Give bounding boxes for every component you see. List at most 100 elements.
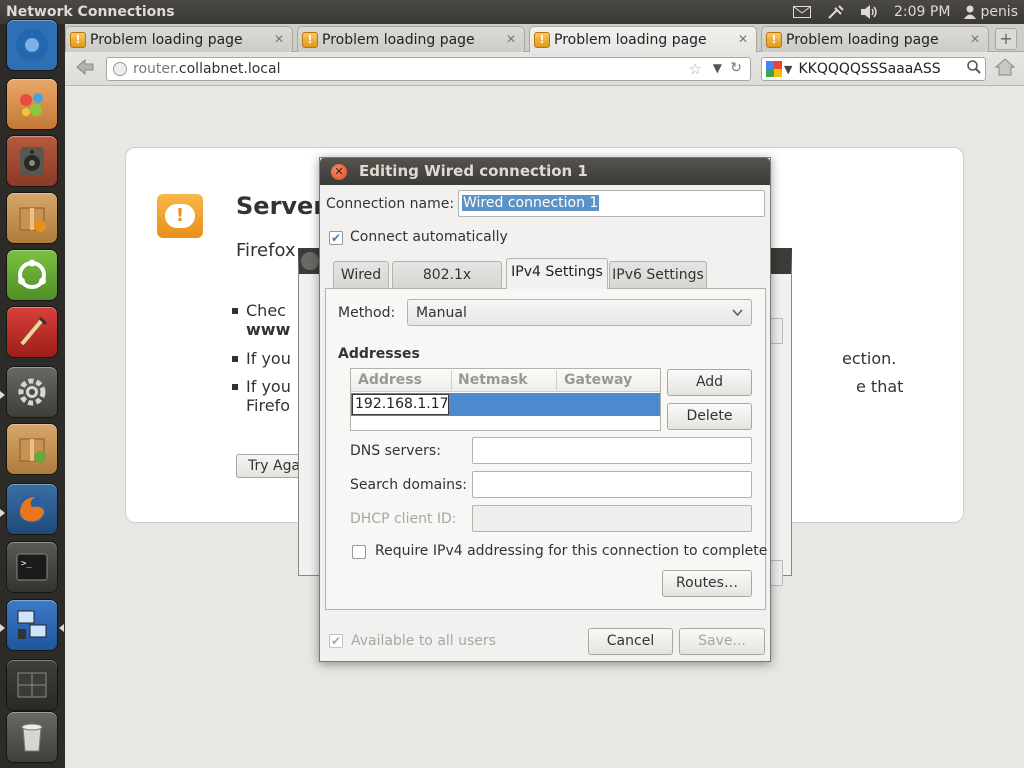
- chevron-down-icon[interactable]: ▼: [784, 63, 792, 76]
- cancel-button[interactable]: Cancel: [588, 628, 673, 655]
- tab-wired[interactable]: Wired: [333, 261, 389, 288]
- close-icon[interactable]: [301, 252, 319, 270]
- running-indicator: [0, 624, 5, 632]
- add-button[interactable]: Add: [667, 369, 752, 396]
- url-subdomain: router.: [133, 61, 179, 77]
- clock[interactable]: 2:09 PM: [894, 4, 950, 20]
- addresses-heading: Addresses: [338, 346, 420, 362]
- column-gateway[interactable]: Gateway: [564, 372, 632, 388]
- url-text: router.collabnet.local: [133, 61, 280, 77]
- tab-label: Problem loading page: [554, 31, 707, 48]
- tab-label: Problem loading page: [786, 31, 939, 48]
- require-ipv4-label[interactable]: Require IPv4 addressing for this connect…: [375, 543, 767, 559]
- table-header: Address Netmask Gateway: [351, 369, 660, 392]
- save-button: Save...: [679, 628, 765, 655]
- dhcp-client-id-label: DHCP client ID:: [350, 511, 457, 527]
- terminal-icon[interactable]: >_: [7, 542, 57, 592]
- update-manager-icon[interactable]: [7, 424, 57, 474]
- tab-8021x-security[interactable]: 802.1x Security: [392, 261, 502, 309]
- error-suggestion: Chec www: [231, 301, 291, 339]
- close-icon[interactable]: ✕: [331, 164, 347, 180]
- search-input[interactable]: KKQQQQSSSaaaASS: [798, 61, 940, 77]
- editor-icon[interactable]: [7, 307, 57, 357]
- close-icon[interactable]: ✕: [736, 32, 750, 46]
- method-select[interactable]: Manual: [407, 299, 752, 326]
- tab-strip: ! Problem loading page ✕ ! Problem loadi…: [65, 24, 1024, 52]
- firefox-icon[interactable]: [7, 484, 57, 534]
- browser-tab[interactable]: ! Problem loading page ✕: [761, 26, 989, 52]
- google-icon[interactable]: [766, 61, 782, 77]
- workspace-switcher-icon[interactable]: [7, 660, 57, 710]
- available-to-all-checkbox: ✔: [329, 634, 343, 648]
- home-button[interactable]: [994, 58, 1016, 80]
- new-tab-button[interactable]: +: [995, 28, 1017, 50]
- column-address[interactable]: Address: [358, 372, 422, 388]
- tab-label: Problem loading page: [90, 31, 243, 48]
- back-button[interactable]: [73, 58, 97, 80]
- routes-button[interactable]: Routes…: [662, 570, 752, 597]
- app-title: Network Connections: [6, 4, 175, 20]
- search-domains-field[interactable]: [472, 471, 752, 498]
- search-icon[interactable]: [967, 60, 981, 78]
- package-installer-icon[interactable]: [7, 193, 57, 243]
- paint-icon[interactable]: [7, 79, 57, 129]
- error-suggestion-tail: ection.: [842, 349, 897, 368]
- top-panel: Network Connections 2:09 PM penis: [0, 0, 1024, 24]
- site-identity-icon[interactable]: [113, 62, 127, 76]
- edit-connection-dialog: ✕ Editing Wired connection 1 Connection …: [319, 157, 771, 662]
- table-row[interactable]: 192.168.1.17: [351, 393, 660, 416]
- addresses-table[interactable]: Address Netmask Gateway 192.168.1.17: [350, 368, 661, 431]
- address-cell-editor[interactable]: 192.168.1.17: [352, 394, 449, 415]
- method-label: Method:: [338, 305, 396, 321]
- trash-icon[interactable]: [7, 712, 57, 762]
- ubuntu-one-icon[interactable]: [7, 250, 57, 300]
- error-icon: !: [157, 194, 203, 238]
- back-arrow-icon: [76, 58, 94, 76]
- reload-icon[interactable]: ↻: [730, 60, 742, 76]
- connect-automatically-label[interactable]: Connect automatically: [350, 229, 508, 245]
- browser-tab-active[interactable]: ! Problem loading page ✕: [529, 26, 757, 52]
- volume-icon[interactable]: [860, 4, 880, 20]
- browser-tab[interactable]: ! Problem loading page ✕: [65, 26, 293, 52]
- running-indicator: [0, 509, 5, 517]
- nav-bar: router.collabnet.local ☆ ▼ ↻ ▼ KKQQQQSSS…: [65, 52, 1024, 86]
- close-icon[interactable]: ✕: [968, 32, 982, 46]
- connect-automatically-checkbox[interactable]: ✔: [329, 231, 343, 245]
- tab-ipv4-settings[interactable]: IPv4 Settings: [506, 258, 608, 289]
- dialog-titlebar[interactable]: ✕ Editing Wired connection 1: [320, 158, 770, 185]
- connection-name-value: Wired connection 1: [462, 195, 600, 211]
- connection-name-field[interactable]: Wired connection 1: [458, 190, 765, 217]
- close-icon[interactable]: ✕: [504, 32, 518, 46]
- url-bar[interactable]: router.collabnet.local ☆ ▼ ↻: [106, 57, 751, 81]
- system-settings-icon[interactable]: [7, 367, 57, 417]
- mail-icon[interactable]: [792, 4, 812, 20]
- browser-tab[interactable]: ! Problem loading page ✕: [297, 26, 525, 52]
- user-menu[interactable]: penis: [964, 4, 1018, 20]
- indicator-area: 2:09 PM penis: [792, 0, 1018, 24]
- bookmark-star-icon[interactable]: ☆: [689, 60, 702, 78]
- dns-servers-field[interactable]: [472, 437, 752, 464]
- network-icon[interactable]: [826, 4, 846, 20]
- delete-button[interactable]: Delete: [667, 403, 752, 430]
- try-again-button[interactable]: Try Again: [236, 454, 306, 478]
- close-icon[interactable]: ✕: [272, 32, 286, 46]
- available-to-all-label: Available to all users: [351, 633, 496, 649]
- chevron-down-icon: [732, 304, 743, 323]
- launcher: >_: [0, 20, 65, 768]
- require-ipv4-checkbox[interactable]: [352, 545, 366, 559]
- warning-icon: !: [534, 31, 550, 48]
- error-suggestion-tail: e that: [856, 377, 904, 396]
- dhcp-client-id-field: [472, 505, 752, 532]
- tab-ipv6-settings[interactable]: IPv6 Settings: [609, 261, 707, 288]
- search-bar[interactable]: ▼ KKQQQQSSSaaaASS: [761, 57, 986, 81]
- history-dropdown-icon[interactable]: ▼: [713, 61, 722, 75]
- column-netmask[interactable]: Netmask: [458, 372, 528, 388]
- ipv4-settings-panel: Method: Manual Addresses Address Netmask…: [325, 288, 767, 610]
- method-value: Manual: [416, 305, 467, 321]
- chromium-icon[interactable]: [7, 20, 57, 70]
- network-connections-icon[interactable]: [7, 600, 57, 650]
- active-indicator: [59, 624, 64, 632]
- speaker-icon[interactable]: [7, 136, 57, 186]
- error-suggestion: If you Firefo: [232, 377, 291, 415]
- svg-text:>_: >_: [21, 559, 32, 569]
